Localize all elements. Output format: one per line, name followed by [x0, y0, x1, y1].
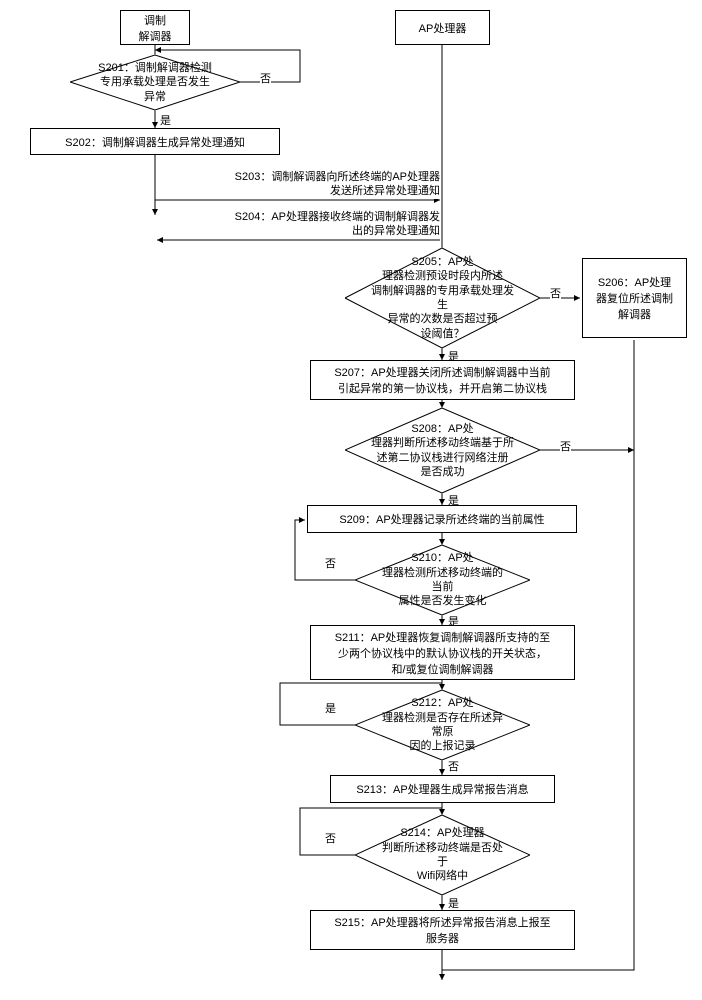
s206-text: S206：AP处理 器复位所述调制 解调器: [596, 274, 673, 322]
step-s209: S209：AP处理器记录所述终端的当前属性: [307, 505, 577, 533]
s210-text: S210：AP处 理器检测所述移动终端的当前 属性是否发生变化: [380, 551, 505, 608]
s204-text: S204：AP处理器接收终端的调制解调器发 出的异常处理通知: [235, 211, 440, 237]
s214-text: S214：AP处理器 判断所述移动终端是否处于 Wifi网络中: [380, 826, 505, 883]
step-s211: S211：AP处理器恢复调制解调器所支持的至 少两个协议栈中的默认协议栈的开关状…: [310, 625, 575, 680]
lane-modem: 调制 解调器: [120, 10, 190, 45]
s201-yes: 是: [160, 112, 171, 128]
s207-text: S207：AP处理器关闭所述调制解调器中当前 引起异常的第一协议栈，并开启第二协…: [334, 364, 550, 396]
s209-text: S209：AP处理器记录所述终端的当前属性: [339, 511, 544, 527]
s212-text: S212：AP处 理器检测是否存在所述异常原 因的上报记录: [380, 696, 505, 753]
s210-no: 否: [325, 555, 336, 571]
s212-yes: 是: [325, 700, 336, 716]
step-s215: S215：AP处理器将所述异常报告消息上报至 服务器: [310, 910, 575, 950]
s201-text: S201：调制解调器检测 专用承载处理是否发生异常: [95, 61, 215, 104]
s214-no: 否: [325, 830, 336, 846]
decision-s205: S205：AP处 理器检测预设时段内所述 调制解调器的专用承载处理发生 异常的次…: [345, 248, 540, 348]
step-s213: S213：AP处理器生成异常报告消息: [330, 775, 555, 803]
decision-s214: S214：AP处理器 判断所述移动终端是否处于 Wifi网络中: [355, 815, 530, 895]
s205-text: S205：AP处 理器检测预设时段内所述 调制解调器的专用承载处理发生 异常的次…: [370, 255, 515, 341]
msg-s203: S203：调制解调器向所述终端的AP处理器 发送所述异常处理通知: [190, 170, 440, 199]
step-s207: S207：AP处理器关闭所述调制解调器中当前 引起异常的第一协议栈，并开启第二协…: [310, 360, 575, 400]
s215-text: S215：AP处理器将所述异常报告消息上报至 服务器: [334, 914, 550, 946]
s214-yes: 是: [448, 895, 459, 911]
decision-s212: S212：AP处 理器检测是否存在所述异常原 因的上报记录: [355, 690, 530, 760]
decision-s201: S201：调制解调器检测 专用承载处理是否发生异常: [70, 55, 240, 110]
lane-ap: AP处理器: [395, 10, 490, 45]
s211-text: S211：AP处理器恢复调制解调器所支持的至 少两个协议栈中的默认协议栈的开关状…: [335, 629, 551, 677]
s213-text: S213：AP处理器生成异常报告消息: [356, 781, 528, 797]
s201-no: 否: [260, 70, 271, 86]
s208-text: S208：AP处 理器判断所述移动终端基于所 述第二协议栈进行网络注册 是否成功: [371, 422, 514, 479]
s208-no: 否: [560, 438, 571, 454]
lane-modem-label: 调制 解调器: [139, 12, 172, 44]
s202-text: S202：调制解调器生成异常处理通知: [65, 134, 245, 150]
msg-s204: S204：AP处理器接收终端的调制解调器发 出的异常处理通知: [190, 210, 440, 239]
decision-s210: S210：AP处 理器检测所述移动终端的当前 属性是否发生变化: [355, 545, 530, 615]
step-s202: S202：调制解调器生成异常处理通知: [30, 128, 280, 155]
s203-text: S203：调制解调器向所述终端的AP处理器 发送所述异常处理通知: [235, 171, 440, 197]
step-s206: S206：AP处理 器复位所述调制 解调器: [582, 258, 687, 338]
s205-no: 否: [550, 285, 561, 301]
s212-no: 否: [448, 758, 459, 774]
lane-ap-label: AP处理器: [419, 20, 467, 36]
decision-s208: S208：AP处 理器判断所述移动终端基于所 述第二协议栈进行网络注册 是否成功: [345, 408, 540, 493]
